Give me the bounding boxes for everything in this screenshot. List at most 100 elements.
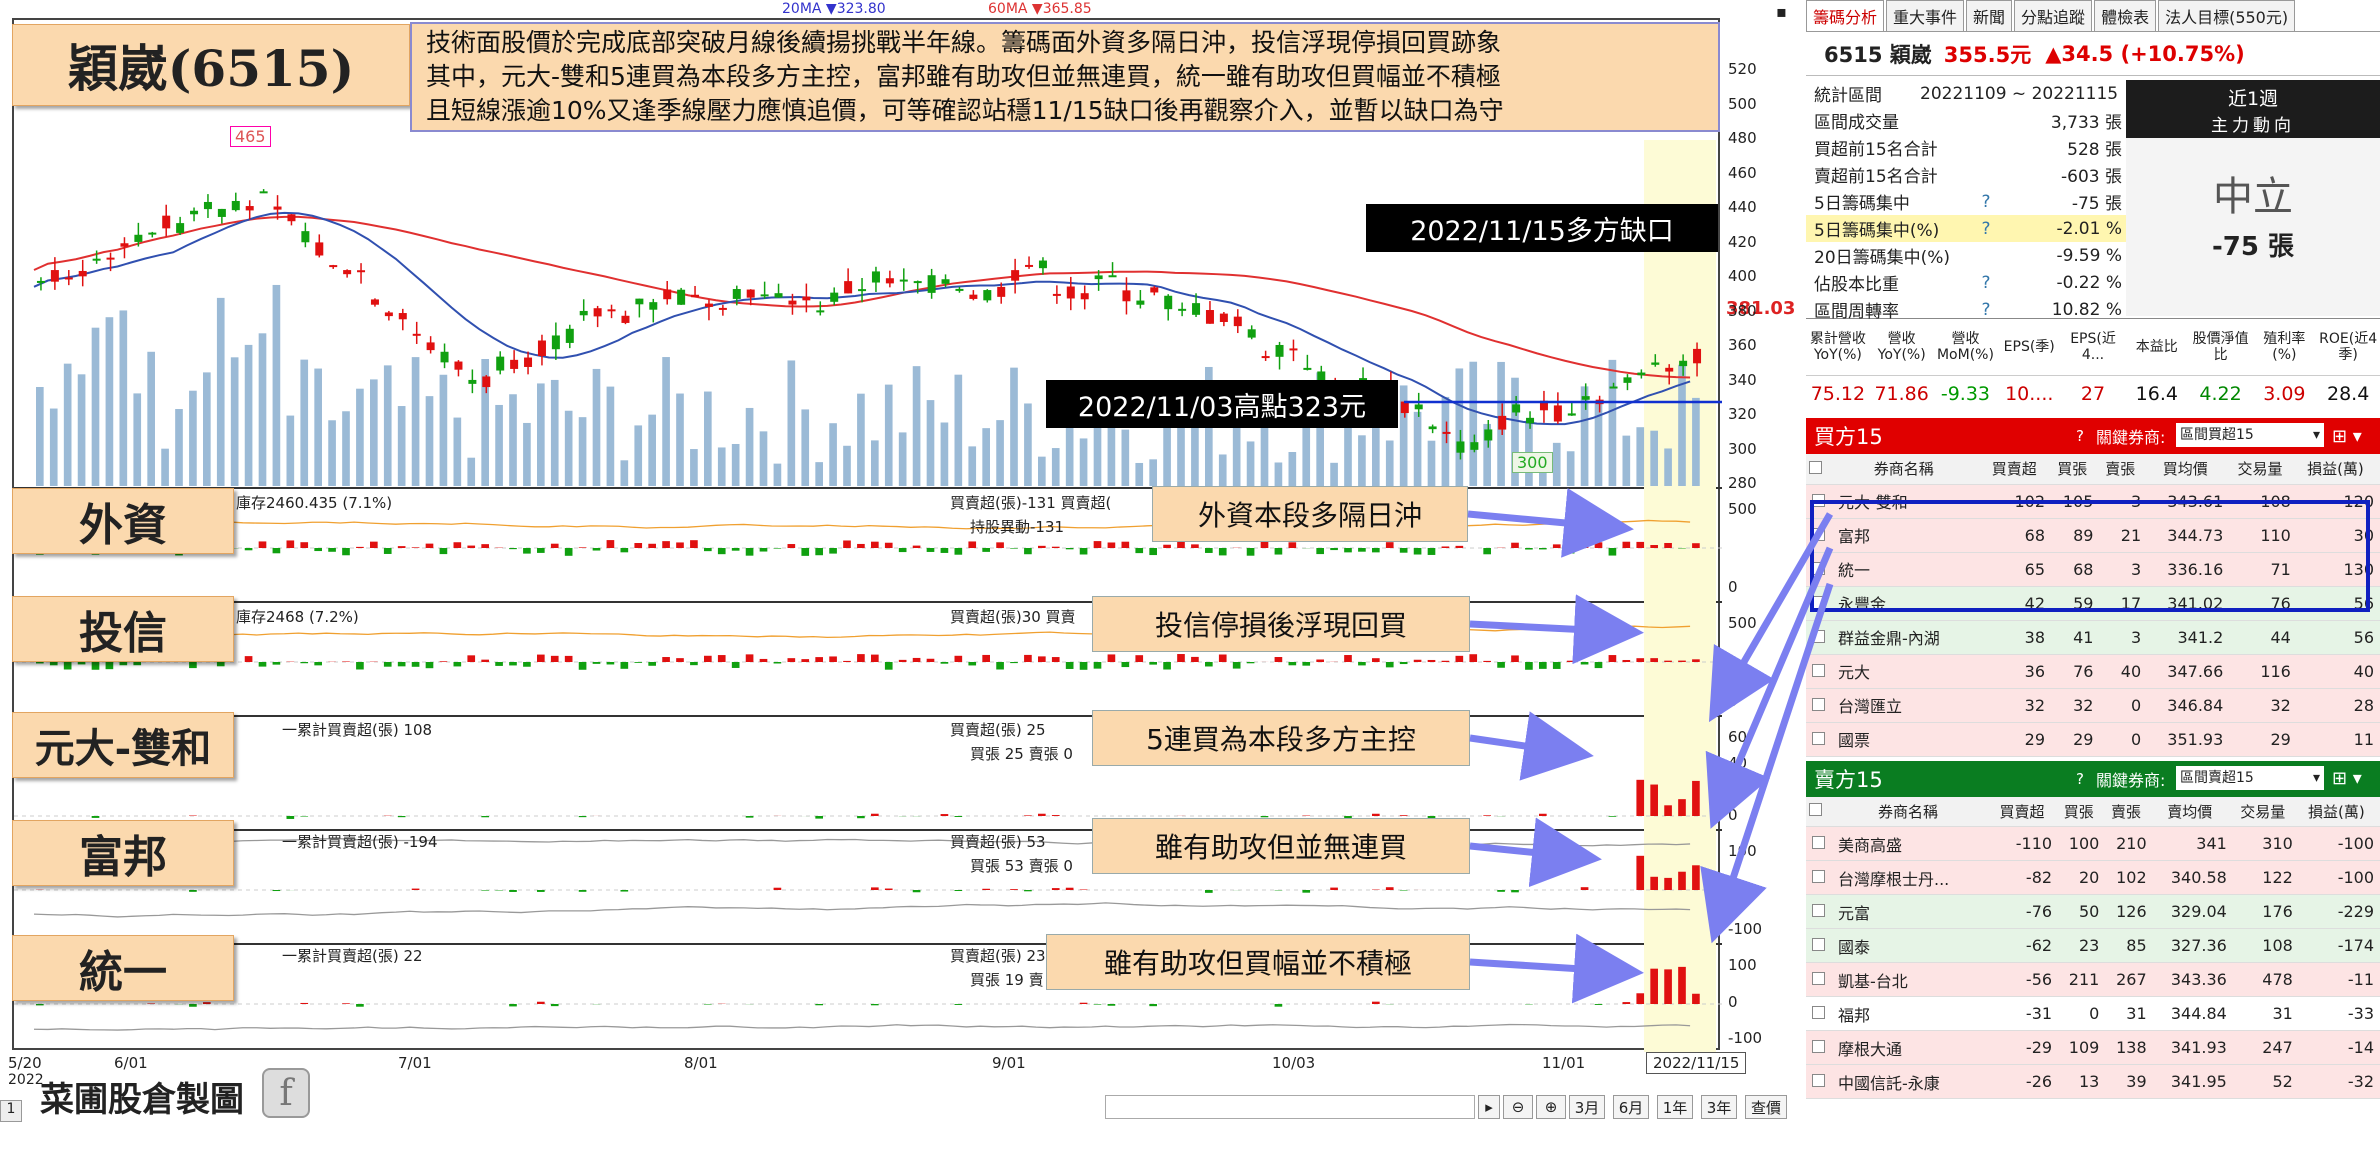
- range-button-1[interactable]: 6月: [1613, 1095, 1649, 1119]
- sell-help-icon[interactable]: ?: [2076, 770, 2084, 788]
- help-icon[interactable]: ?: [1956, 273, 2016, 293]
- buy-select[interactable]: 區間買超15 ▾: [2176, 423, 2324, 447]
- table-row[interactable]: 台灣摩根士丹... -82 20 102 340.58 122 -100: [1806, 860, 2380, 895]
- cell: 347.66: [2147, 654, 2230, 689]
- zoom-in-icon[interactable]: ⊕: [1536, 1095, 1566, 1119]
- flow-bar: [1372, 813, 1380, 816]
- row-checkbox[interactable]: [1806, 826, 1830, 861]
- table-row[interactable]: 群益金鼎-內湖 38 41 3 341.2 44 56: [1806, 620, 2380, 655]
- row-checkbox[interactable]: [1806, 996, 1830, 1031]
- row-checkbox[interactable]: [1806, 654, 1830, 689]
- range-button-2[interactable]: 1年: [1657, 1095, 1693, 1119]
- checkbox-icon[interactable]: [1811, 731, 1825, 745]
- facebook-icon[interactable]: f: [262, 1068, 310, 1118]
- tab-0[interactable]: 籌碼分析: [1806, 0, 1885, 31]
- row-checkbox[interactable]: [1806, 688, 1830, 723]
- checkbox-icon[interactable]: [1811, 870, 1825, 883]
- checkbox-icon[interactable]: [1811, 663, 1825, 677]
- select-all-checkbox[interactable]: [1806, 796, 1830, 827]
- fin-val-8: 28.4: [2326, 383, 2370, 406]
- panel-label-uni: 統一: [12, 935, 234, 1001]
- candle-body: [816, 310, 825, 313]
- flow-bar: [1692, 659, 1700, 662]
- checkbox-icon[interactable]: [1811, 629, 1825, 643]
- candle-body: [468, 379, 477, 384]
- checkbox-icon[interactable]: [1811, 1040, 1825, 1053]
- row-checkbox[interactable]: [1806, 928, 1830, 963]
- table-row[interactable]: 國票 29 29 0 351.93 29 11: [1806, 722, 2380, 757]
- flow-bar: [578, 816, 587, 818]
- row-checkbox[interactable]: [1806, 894, 1830, 929]
- fin-head-3: EPS(季): [2003, 338, 2055, 355]
- price-tick: 520: [1728, 60, 1757, 78]
- row-checkbox[interactable]: [1806, 1064, 1830, 1099]
- cell: 3: [2099, 620, 2148, 655]
- tab-4[interactable]: 體檢表: [2094, 0, 2157, 31]
- stat-key: 區間周轉率: [1814, 302, 1899, 322]
- grid-menu-icon[interactable]: ⊞ ▾: [2332, 426, 2362, 447]
- checkbox-icon[interactable]: [1808, 803, 1822, 817]
- row-checkbox[interactable]: [1806, 962, 1830, 997]
- flow-bar: [314, 548, 322, 552]
- flow-bar: [1205, 662, 1213, 667]
- volume-bar: [704, 391, 712, 486]
- candle-body: [1303, 367, 1312, 370]
- tab-1[interactable]: 重大事件: [1886, 0, 1965, 31]
- table-row[interactable]: 台灣匯立 32 32 0 346.84 32 28: [1806, 688, 2380, 723]
- table-row[interactable]: 凱基-台北 -56 211 267 343.36 478 -11: [1806, 962, 2380, 997]
- flow-bar: [356, 1004, 364, 1007]
- flow-bar: [690, 662, 698, 666]
- buy-select-value: 區間買超15: [2180, 427, 2254, 443]
- checkbox-icon[interactable]: [1811, 1006, 1825, 1019]
- row-checkbox[interactable]: [1806, 860, 1830, 895]
- checkbox-icon[interactable]: [1811, 1074, 1825, 1087]
- checkbox-icon[interactable]: [1811, 972, 1825, 985]
- tab-5[interactable]: 法人目標(550元): [2158, 0, 2296, 31]
- table-row[interactable]: 元大 36 76 40 347.66 116 40: [1806, 654, 2380, 689]
- tab-2[interactable]: 新聞: [1966, 0, 2013, 31]
- table-row[interactable]: 元富 -76 50 126 329.04 176 -229: [1806, 894, 2380, 929]
- flow-bar: [1483, 660, 1491, 662]
- checkbox-icon[interactable]: [1808, 460, 1822, 474]
- cell: -33: [2298, 996, 2380, 1031]
- volume-bar: [857, 393, 865, 486]
- flow-bar: [578, 662, 587, 670]
- range-button-3[interactable]: 3年: [1701, 1095, 1737, 1119]
- sell-select[interactable]: 區間賣超15 ▾: [2176, 765, 2324, 790]
- flow-bar: [1177, 654, 1185, 662]
- table-row[interactable]: 摩根大通 -29 109 138 341.93 247 -14: [1806, 1030, 2380, 1065]
- select-all-checkbox[interactable]: [1806, 454, 1830, 485]
- checkbox-icon[interactable]: [1811, 697, 1825, 711]
- help-icon[interactable]: ?: [1956, 300, 2016, 320]
- grid-menu-icon[interactable]: ⊞ ▾: [2332, 768, 2362, 789]
- row-checkbox[interactable]: [1806, 722, 1830, 757]
- help-icon[interactable]: ?: [1956, 192, 2016, 212]
- flow-bar: [411, 662, 420, 667]
- zoom-out-icon[interactable]: ⊖: [1503, 1095, 1533, 1119]
- checkbox-icon[interactable]: [1811, 938, 1825, 951]
- help-icon[interactable]: ?: [1956, 219, 2016, 239]
- scroll-right-icon[interactable]: ▸: [1478, 1095, 1500, 1119]
- table-row[interactable]: 美商高盛 -110 100 210 341 310 -100: [1806, 826, 2380, 861]
- range-button-0[interactable]: 3月: [1569, 1095, 1605, 1119]
- checkbox-icon[interactable]: [1811, 836, 1825, 849]
- table-row[interactable]: 福邦 -31 0 31 344.84 31 -33: [1806, 996, 2380, 1031]
- flow-bar: [342, 548, 350, 556]
- table-row[interactable]: 中國信託-永康 -26 13 39 341.95 52 -32: [1806, 1064, 2380, 1099]
- volume-bar: [871, 440, 879, 486]
- buy-help-icon[interactable]: ?: [2076, 427, 2084, 445]
- table-row[interactable]: 國泰 -62 23 85 327.36 108 -174: [1806, 928, 2380, 963]
- flow-bar: [383, 548, 392, 554]
- range-button-4[interactable]: 查價: [1745, 1095, 1787, 1119]
- row-checkbox[interactable]: [1806, 620, 1830, 655]
- flow-bar: [940, 814, 949, 816]
- minimize-icon[interactable]: ▪: [1776, 2, 1787, 21]
- page-toggle-button[interactable]: 1: [0, 1100, 22, 1122]
- buy-broker-label: 關鍵券商:: [2096, 428, 2166, 447]
- chart-scrollbar[interactable]: [1105, 1095, 1475, 1119]
- row-checkbox[interactable]: [1806, 1030, 1830, 1065]
- flow-bar: [189, 890, 197, 892]
- checkbox-icon[interactable]: [1811, 904, 1825, 917]
- candle-body: [148, 232, 157, 235]
- tab-3[interactable]: 分點追蹤: [2014, 0, 2093, 31]
